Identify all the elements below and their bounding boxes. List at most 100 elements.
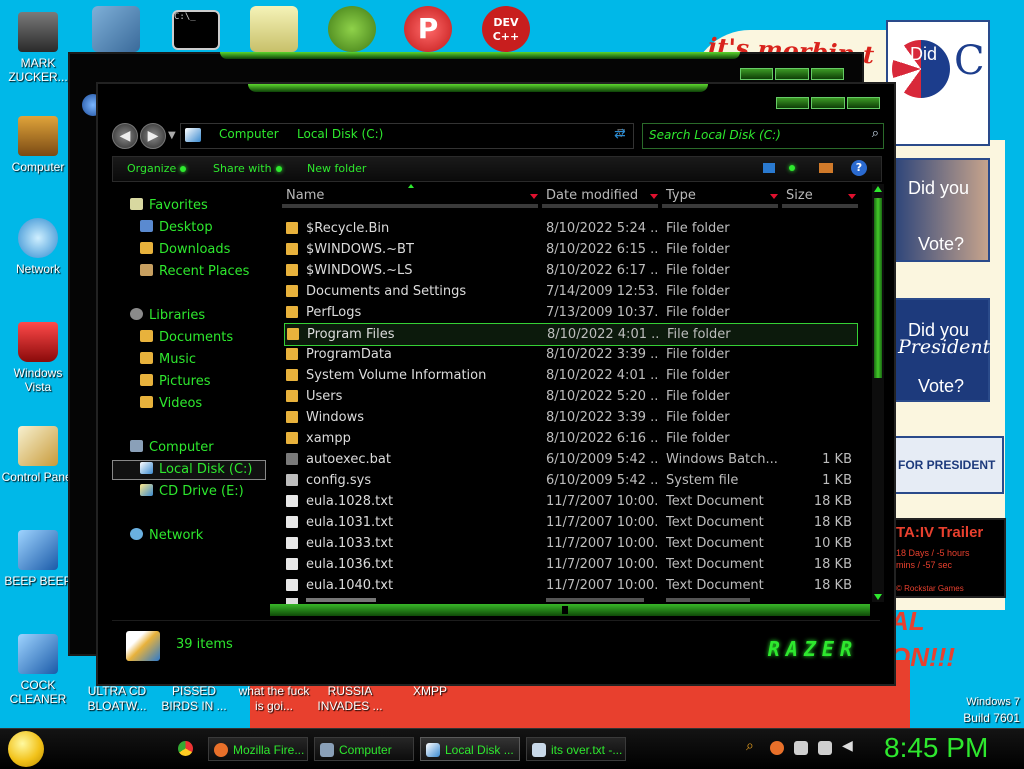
table-row[interactable]: autoexec.bat 6/10/2009 5:42 ... Windows Ba… [284, 449, 856, 470]
help-icon[interactable]: ? [851, 160, 867, 176]
window-controls[interactable] [740, 68, 844, 80]
volume-icon[interactable]: ◀ [842, 738, 856, 754]
nav-computer[interactable]: Computer [130, 440, 214, 455]
breadcrumb-item[interactable]: Local Disk (C:) [297, 127, 383, 141]
chevron-down-icon[interactable] [650, 194, 658, 199]
desktop-icon[interactable]: Network [0, 218, 76, 276]
column-header-type[interactable]: Type [666, 188, 696, 203]
table-row[interactable]: eula.1031.txt 11/7/2007 10:00... Text Docu… [284, 512, 856, 533]
breadcrumb-item[interactable]: Computer [219, 127, 279, 141]
table-row[interactable]: eula.1040.txt 11/7/2007 10:00... Text Docu… [284, 575, 856, 596]
desktop-icon[interactable]: Windows Vista [0, 322, 76, 394]
nav-documents[interactable]: Documents [140, 330, 233, 345]
column-header-size[interactable]: Size [786, 188, 813, 203]
refresh-icon[interactable]: ⇄ [614, 126, 626, 142]
view-icon[interactable] [763, 163, 775, 173]
no-entry-icon[interactable] [770, 741, 784, 755]
p-app-icon[interactable]: P [404, 6, 452, 52]
organize-button[interactable]: Organize [127, 162, 187, 175]
column-header-name[interactable]: Name [286, 188, 324, 203]
dev-cpp-icon[interactable]: DEV C++ [482, 6, 530, 52]
nav-videos[interactable]: Videos [140, 396, 202, 411]
desktop-icon-label[interactable]: RUSSIA INVADES ... [312, 684, 388, 714]
nav-network[interactable]: Network [130, 528, 203, 543]
table-row[interactable]: eula.1036.txt 11/7/2007 10:00... Text Docu… [284, 554, 856, 575]
desktop-icon-label[interactable]: XMPP [392, 684, 468, 699]
table-row[interactable]: ProgramData 8/10/2022 3:39 ... File folder [284, 344, 856, 365]
chevron-down-icon[interactable] [770, 194, 778, 199]
breadcrumb[interactable]: Computer Local Disk (C:) ▽ [180, 123, 634, 149]
nav-libraries[interactable]: Libraries [130, 308, 205, 323]
table-row[interactable]: config.sys 6/10/2009 5:42 ... System file 1… [284, 470, 856, 491]
desktop-icon[interactable]: Control Panel [0, 426, 76, 484]
table-row[interactable]: Program Files 8/10/2022 4:01 ... File fold… [284, 323, 858, 346]
desktop-icon-label[interactable]: ULTRA CD BLOATW... [80, 684, 154, 714]
desktop-icon-label[interactable]: what the fuck is goi... [236, 684, 312, 714]
table-row[interactable]: Windows 8/10/2022 3:39 ... File folder [284, 407, 856, 428]
table-row[interactable]: $WINDOWS.~BT 8/10/2022 6:15 ... File folde… [284, 239, 856, 260]
nav-cd-drive[interactable]: CD Drive (E:) [140, 484, 244, 499]
scroll-down-icon[interactable] [874, 594, 882, 600]
desktop-icon[interactable]: COCK CLEANER [0, 634, 76, 706]
taskbar-button[interactable]: Mozilla Fire... [208, 737, 308, 761]
nav-local-disk[interactable]: Local Disk (C:) [140, 462, 252, 477]
nav-recent-places[interactable]: Recent Places [140, 264, 249, 279]
column-header-date[interactable]: Date modified [546, 188, 638, 203]
taskbar-button[interactable]: Computer [314, 737, 414, 761]
desktop-icon-label[interactable]: PISSED BIRDS IN ... [156, 684, 232, 714]
table-row[interactable]: PerfLogs 7/13/2009 10:37... File folder [284, 302, 856, 323]
taskbar-button[interactable]: Local Disk ... [420, 737, 520, 761]
close-button[interactable] [846, 97, 880, 109]
file-type: File folder [666, 221, 730, 236]
share-with-button[interactable]: Share with [213, 162, 282, 175]
action-center-flag-icon[interactable] [818, 741, 832, 755]
minimize-button[interactable] [776, 97, 810, 109]
table-row[interactable]: eula.1033.txt 11/7/2007 10:00... Text Docu… [284, 533, 856, 554]
table-row[interactable]: Documents and Settings 7/14/2009 12:53...… [284, 281, 856, 302]
chevron-down-icon[interactable] [848, 194, 856, 199]
desktop-icon[interactable]: MARK ZUCKER... [0, 12, 76, 84]
search-icon[interactable]: ⌕ [872, 126, 879, 141]
new-folder-button[interactable]: New folder [307, 162, 366, 175]
chrome-icon[interactable] [178, 741, 193, 756]
scrollbar-thumb[interactable] [874, 198, 882, 378]
nav-downloads[interactable]: Downloads [140, 242, 230, 257]
search-input[interactable]: Search Local Disk (C:) ⌕ [642, 123, 884, 149]
window-controls[interactable] [776, 97, 880, 109]
table-row[interactable]: xampp 8/10/2022 6:16 ... File folder [284, 428, 856, 449]
explorer-window[interactable]: ◀ ▶ ▼ Computer Local Disk (C:) ▽ ⇄ Searc… [96, 82, 896, 686]
nav-desktop[interactable]: Desktop [140, 220, 213, 235]
table-row[interactable]: $WINDOWS.~LS 8/10/2022 6:17 ... File folde… [284, 260, 856, 281]
search-icon[interactable]: ⌕ [746, 738, 760, 754]
scrollbar-thumb[interactable] [562, 606, 568, 614]
generic-app-icon[interactable] [92, 6, 140, 52]
back-button[interactable]: ◀ [112, 123, 138, 149]
view-options-icon[interactable] [789, 165, 795, 171]
nav-favorites[interactable]: Favorites [130, 198, 208, 213]
table-row[interactable]: System Volume Information 8/10/2022 4:01 … [284, 365, 856, 386]
taskbar-button[interactable]: its over.txt -... [526, 737, 626, 761]
nav-pictures[interactable]: Pictures [140, 374, 210, 389]
desktop-icon[interactable]: BEEP BEEP [0, 530, 76, 588]
table-row[interactable]: eula.1028.txt 11/7/2007 10:00... Text Docu… [284, 491, 856, 512]
cmd-icon[interactable]: C:\_ [172, 10, 220, 50]
clock[interactable]: 8:45 PM [884, 732, 988, 764]
start-button[interactable] [8, 731, 44, 767]
desktop-icon[interactable]: Computer [0, 116, 76, 174]
maximize-button[interactable] [811, 97, 845, 109]
stamp-app-icon[interactable] [250, 6, 298, 52]
horizontal-scrollbar[interactable] [270, 604, 870, 616]
chevron-down-icon[interactable]: ▼ [168, 130, 176, 141]
nav-music[interactable]: Music [140, 352, 196, 367]
batch-file-icon [286, 453, 298, 465]
display-icon[interactable] [794, 741, 808, 755]
preview-pane-icon[interactable] [819, 163, 833, 173]
table-row[interactable]: $Recycle.Bin 8/10/2022 5:24 ... File folde… [284, 218, 856, 239]
forward-button[interactable]: ▶ [140, 123, 166, 149]
file-type: File folder [666, 284, 730, 299]
pig-game-icon[interactable] [328, 6, 376, 52]
table-row[interactable]: Users 8/10/2022 5:20 ... File folder [284, 386, 856, 407]
vertical-scrollbar[interactable] [872, 184, 884, 602]
scroll-up-icon[interactable] [874, 186, 882, 192]
chevron-down-icon[interactable] [530, 194, 538, 199]
